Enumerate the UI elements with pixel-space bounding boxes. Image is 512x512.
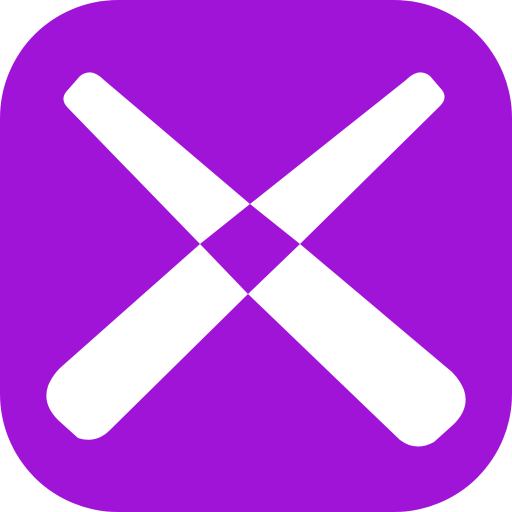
app-icon-canvas xyxy=(0,0,512,512)
x-cross-app-icon[interactable] xyxy=(0,0,512,512)
